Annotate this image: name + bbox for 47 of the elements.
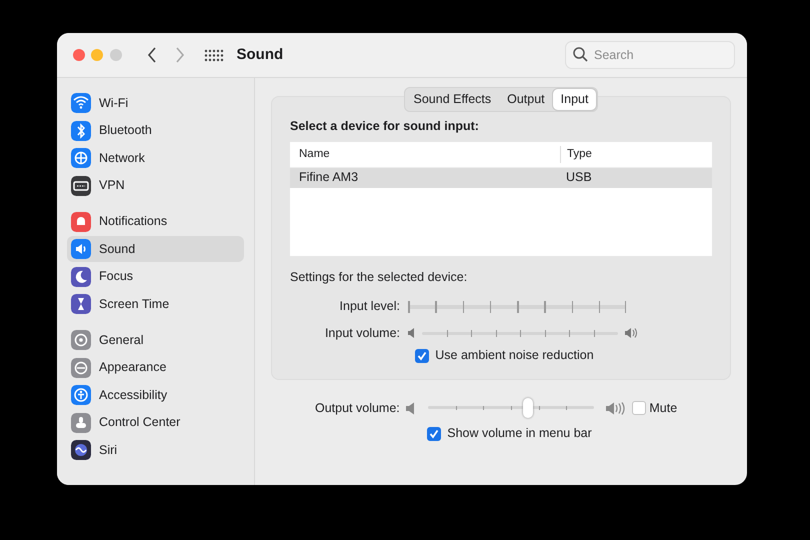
table-cell-text: USB xyxy=(565,169,592,186)
sidebar-item[interactable]: VPN xyxy=(67,172,244,198)
input-volume-label: Input volume: xyxy=(324,324,401,342)
speaker-high-icon xyxy=(624,327,638,339)
table-row[interactable]: Fifine AM3 USB xyxy=(290,168,712,188)
speaker-high-icon xyxy=(606,402,626,414)
speaker-low-icon xyxy=(408,327,416,339)
sidebar-item[interactable]: Control Center xyxy=(67,410,244,436)
slider-thumb[interactable] xyxy=(522,398,533,418)
checkbox[interactable] xyxy=(415,348,429,363)
column-header[interactable]: Type xyxy=(560,146,592,163)
minimize-button[interactable] xyxy=(91,49,104,61)
tab[interactable]: Sound Effects xyxy=(406,89,500,110)
tab[interactable]: Output xyxy=(499,89,553,110)
sidebar-item[interactable]: Wi-Fi xyxy=(67,90,244,116)
checkbox-label: Mute xyxy=(649,400,678,417)
section-heading: Select a device for sound input: xyxy=(290,118,480,135)
sidebar-item[interactable]: Siri xyxy=(67,437,244,463)
checkbox-label: Use ambient noise reduction xyxy=(435,347,594,364)
column-header[interactable]: Name xyxy=(290,146,560,163)
sidebar-item[interactable]: Screen Time xyxy=(67,291,244,317)
input-level-label: Input level: xyxy=(338,298,401,316)
checkbox-label: Show volume in menu bar xyxy=(447,425,592,442)
output-volume-slider[interactable] xyxy=(428,398,594,418)
speaker-low-icon xyxy=(406,402,416,414)
sidebar-item[interactable]: General xyxy=(67,327,244,353)
output-volume-label: Output volume: xyxy=(315,400,400,417)
back-icon[interactable] xyxy=(146,47,156,63)
zoom-button[interactable] xyxy=(110,49,122,61)
window-title: Sound xyxy=(236,44,284,65)
section-heading: Settings for the selected device: xyxy=(290,269,468,286)
sidebar-item[interactable]: Sound xyxy=(67,236,244,262)
forward-icon[interactable] xyxy=(175,47,186,63)
sidebar-item[interactable]: Network xyxy=(67,145,244,171)
close-button[interactable] xyxy=(73,49,85,61)
sidebar-item[interactable]: Notifications xyxy=(67,208,244,234)
sidebar-item[interactable]: Accessibility xyxy=(67,382,244,408)
search-field[interactable]: Search xyxy=(565,41,735,69)
search-icon xyxy=(573,47,588,62)
grid-icon[interactable] xyxy=(204,48,224,62)
table-cell-text: Fifine AM3 xyxy=(298,169,360,186)
sidebar-item[interactable]: Bluetooth xyxy=(67,118,244,144)
tab[interactable]: Input xyxy=(552,89,596,110)
checkbox[interactable] xyxy=(632,401,646,415)
sidebar-item[interactable]: Focus xyxy=(67,264,244,290)
checkbox[interactable] xyxy=(427,426,441,441)
sidebar-item[interactable]: Appearance xyxy=(67,354,244,380)
